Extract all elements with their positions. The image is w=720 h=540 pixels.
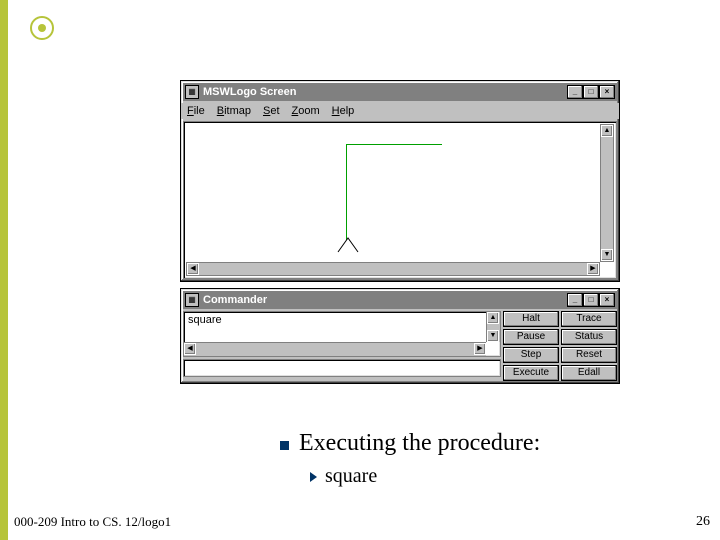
screenshot-container: ▦ MSWLogo Screen _ □ × File Bitmap Set Z… [180,80,620,390]
menu-file[interactable]: File [187,105,205,117]
command-history[interactable]: square ▲ ▼ ◀ ▶ [183,311,501,357]
drawing-canvas-area: ▲ ▼ ◀ ▶ [183,121,617,279]
mswlogo-screen-window: ▦ MSWLogo Screen _ □ × File Bitmap Set Z… [180,80,620,282]
bullet-level1: Executing the procedure: [280,430,540,457]
footer-left: 000-209 Intro to CS. 12/logo1 [14,514,171,530]
maximize-button[interactable]: □ [583,85,599,99]
step-button[interactable]: Step [503,347,559,363]
minimize-button[interactable]: _ [567,85,583,99]
commander-window: ▦ Commander _ □ × square ▲ ▼ ◀ ▶ [180,288,620,384]
triangle-bullet-icon [310,472,317,482]
page-number: 26 [696,514,710,530]
close-button[interactable]: × [599,85,615,99]
edall-button[interactable]: Edall [561,365,617,381]
maximize-button[interactable]: □ [583,293,599,307]
screen-title: MSWLogo Screen [203,86,567,98]
drawing-canvas [186,124,600,262]
menubar: File Bitmap Set Zoom Help [181,103,619,119]
status-button[interactable]: Status [561,329,617,345]
scroll-up-icon[interactable]: ▲ [487,312,499,324]
history-vertical-scrollbar[interactable]: ▲ ▼ [486,312,500,342]
menu-set[interactable]: Set [263,105,280,117]
scroll-down-icon[interactable]: ▼ [601,249,613,261]
slide-text-block: Executing the procedure: square [280,430,540,488]
commander-body: square ▲ ▼ ◀ ▶ Halt Trace Pause Status [183,311,617,381]
history-text: square [188,314,222,326]
drawn-line-horizontal [346,144,442,145]
canvas-horizontal-scrollbar[interactable]: ◀ ▶ [186,262,600,276]
commander-left: square ▲ ▼ ◀ ▶ [183,311,501,381]
commander-buttons: Halt Trace Pause Status Step Reset Execu… [503,311,617,381]
trace-button[interactable]: Trace [561,311,617,327]
close-button[interactable]: × [599,293,615,307]
bullet-sub-text: square [325,465,377,488]
slide-accent-dot [30,16,54,40]
scroll-left-icon[interactable]: ◀ [184,343,196,355]
execute-button[interactable]: Execute [503,365,559,381]
bullet-main-text: Executing the procedure: [299,430,540,457]
square-bullet-icon [280,441,289,450]
scroll-right-icon[interactable]: ▶ [474,343,486,355]
commander-title: Commander [203,294,567,306]
screen-titlebar[interactable]: ▦ MSWLogo Screen _ □ × [183,83,617,101]
menu-help[interactable]: Help [332,105,355,117]
scroll-right-icon[interactable]: ▶ [587,263,599,275]
reset-button[interactable]: Reset [561,347,617,363]
drawn-line-vertical [346,144,347,240]
menu-bitmap[interactable]: Bitmap [217,105,251,117]
scroll-up-icon[interactable]: ▲ [601,125,613,137]
turtle-cursor-icon [336,236,360,254]
bullet-level2: square [310,465,540,488]
history-horizontal-scrollbar[interactable]: ◀ ▶ [184,342,486,356]
slide-accent-bar [0,0,8,540]
pause-button[interactable]: Pause [503,329,559,345]
canvas-vertical-scrollbar[interactable]: ▲ ▼ [600,124,614,262]
commander-titlebar[interactable]: ▦ Commander _ □ × [183,291,617,309]
menu-zoom[interactable]: Zoom [292,105,320,117]
scroll-left-icon[interactable]: ◀ [187,263,199,275]
app-icon: ▦ [185,85,199,99]
halt-button[interactable]: Halt [503,311,559,327]
app-icon: ▦ [185,293,199,307]
minimize-button[interactable]: _ [567,293,583,307]
command-input[interactable] [183,359,501,377]
scroll-down-icon[interactable]: ▼ [487,330,499,342]
